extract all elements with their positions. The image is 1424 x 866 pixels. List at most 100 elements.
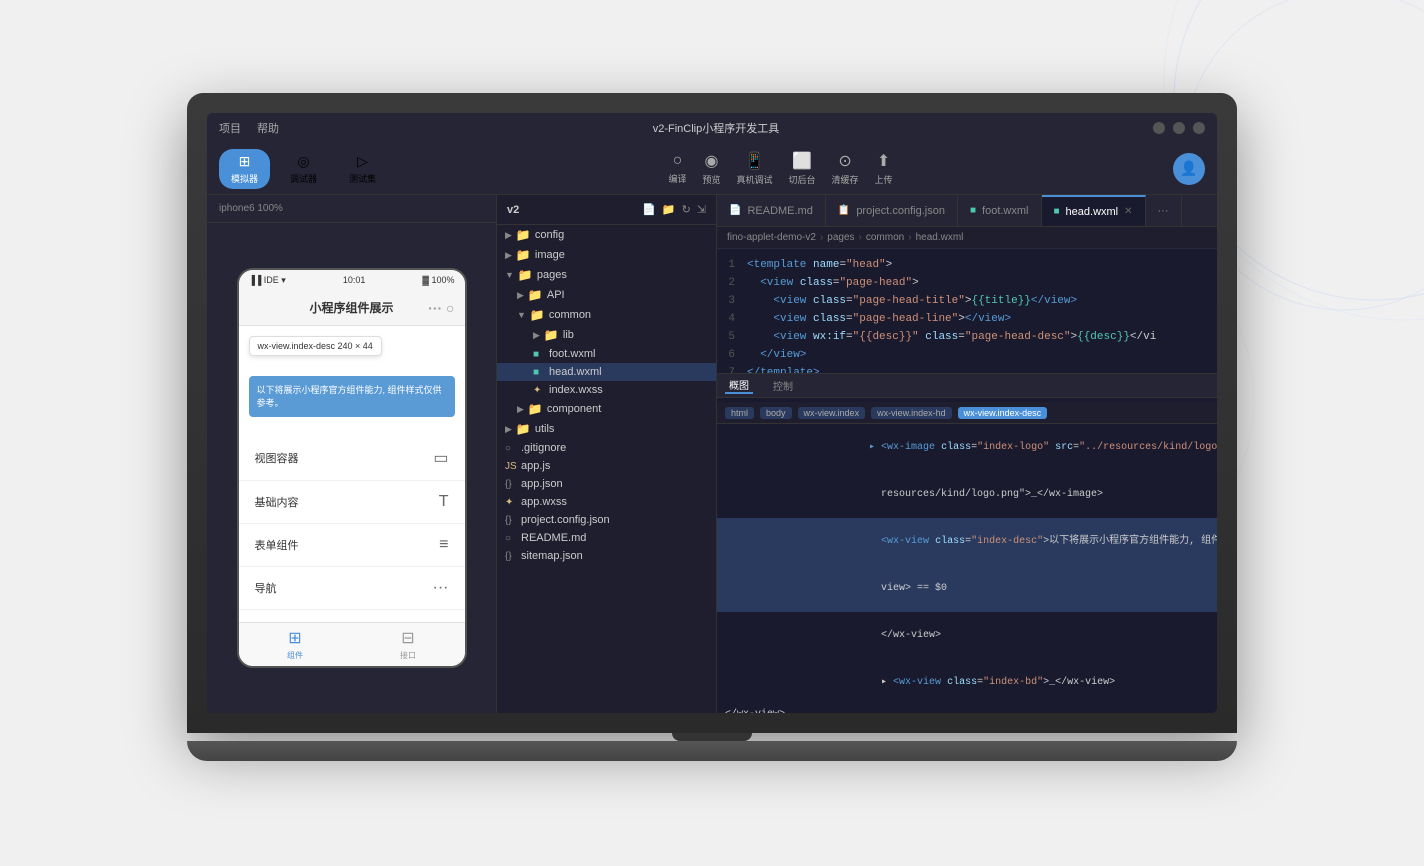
menu-item-project[interactable]: 项目 (219, 120, 241, 136)
background-label: 切后台 (789, 173, 816, 186)
window-controls (1153, 122, 1205, 134)
item-label: common (549, 309, 591, 321)
close-button[interactable] (1193, 122, 1205, 134)
close-tab-icon[interactable]: ✕ (1124, 206, 1132, 217)
compile-tool[interactable]: ○ 编译 (668, 152, 686, 185)
breadcrumb-wx-view-hd[interactable]: wx-view.index-hd (871, 407, 952, 419)
debugger-button[interactable]: ◎ 调试器 (278, 149, 329, 189)
tab-readme[interactable]: 📄 README.md (717, 195, 826, 226)
tree-item-readme[interactable]: ○ README.md (497, 529, 716, 547)
maximize-button[interactable] (1173, 122, 1185, 134)
real-device-tool[interactable]: 📱 真机调试 (737, 151, 773, 186)
editor-tabs: 📄 README.md 📋 project.config.json ■ foot (717, 195, 1217, 227)
item-label: app.js (521, 460, 550, 472)
menu-item-help[interactable]: 帮助 (257, 120, 279, 136)
app-title: v2-FinClip小程序开发工具 (653, 120, 780, 136)
line-number: 5 (717, 329, 747, 347)
breadcrumb-item-common[interactable]: common (866, 232, 904, 243)
html-line-2: resources/kind/logo.png">_</wx-image> (717, 471, 1217, 518)
line-code: <view class="page-head-title">{{title}}<… (747, 293, 1217, 311)
refresh-icon[interactable]: ↻ (682, 203, 691, 216)
head-wxml-tab-label: head.wxml (1066, 206, 1119, 218)
tree-item-project-config[interactable]: {} project.config.json (497, 511, 716, 529)
signal-info: ▐▐ IDE ▾ (249, 275, 286, 286)
tab-project-config[interactable]: 📋 project.config.json (826, 195, 958, 226)
line-number: 7 (717, 365, 747, 373)
tree-item-lib[interactable]: ▶ 📁 lib (497, 325, 716, 345)
tree-item-api[interactable]: ▶ 📁 API (497, 285, 716, 305)
tree-item-image[interactable]: ▶ 📁 image (497, 245, 716, 265)
item-label: config (535, 229, 564, 241)
devtools-tab-control[interactable]: 控制 (769, 378, 797, 393)
breadcrumb-item-file[interactable]: head.wxml (916, 232, 964, 243)
debugger-icon: ◎ (297, 153, 309, 170)
tree-item-app-js[interactable]: JS app.js (497, 457, 716, 475)
tree-item-foot-wxml[interactable]: ■ foot.wxml (497, 345, 716, 363)
clear-cache-icon: ⊙ (838, 151, 851, 171)
file-panel-title: v2 (507, 204, 519, 216)
breadcrumb-body[interactable]: body (760, 407, 792, 419)
battery-info: ▓ 100% (422, 275, 454, 285)
breadcrumb-html[interactable]: html (725, 407, 754, 419)
breadcrumb-item-pages[interactable]: pages (827, 232, 854, 243)
item-label: API (547, 289, 565, 301)
tree-item-config[interactable]: ▶ 📁 config (497, 225, 716, 245)
bottom-nav-api[interactable]: ⊟ 接口 (400, 628, 416, 661)
html-line-6: ▸ <wx-view class="index-bd">_</wx-view> (717, 659, 1217, 706)
tree-item-app-wxss[interactable]: ✦ app.wxss (497, 493, 716, 511)
tree-item-index-wxss[interactable]: ✦ index.wxss (497, 381, 716, 399)
breadcrumb-wx-view-index[interactable]: wx-view.index (798, 407, 866, 419)
new-file-icon[interactable]: 📄 (642, 203, 656, 216)
laptop-screen: 项目 帮助 v2-FinClip小程序开发工具 (207, 113, 1217, 713)
tree-item-common[interactable]: ▼ 📁 common (497, 305, 716, 325)
time-display: 10:01 (343, 275, 366, 285)
preview-tool[interactable]: ◉ 预览 (702, 151, 720, 186)
item-label: project.config.json (521, 514, 610, 526)
tab-more[interactable]: ··· (1146, 195, 1182, 226)
tree-item-app-json[interactable]: {} app.json (497, 475, 716, 493)
editor-breadcrumb: fino-applet-demo-v2 › pages › common › h… (717, 227, 1217, 249)
menu-item-basic-content[interactable]: 基础内容 T (239, 481, 465, 524)
project-config-tab-label: project.config.json (856, 205, 945, 217)
collapse-arrow: ▶ (505, 250, 512, 261)
tree-item-pages[interactable]: ▼ 📁 pages (497, 265, 716, 285)
background-tool[interactable]: ⬜ 切后台 (789, 151, 816, 186)
laptop-wrapper: 项目 帮助 v2-FinClip小程序开发工具 (0, 0, 1424, 866)
tab-head-wxml[interactable]: ■ head.wxml ✕ (1042, 195, 1146, 226)
clear-cache-tool[interactable]: ⊙ 清缓存 (832, 151, 859, 186)
user-avatar[interactable]: 👤 (1173, 153, 1205, 185)
menu-item-form[interactable]: 表单组件 ≡ (239, 524, 465, 567)
tree-item-gitignore[interactable]: ○ .gitignore (497, 439, 716, 457)
upload-tool[interactable]: ⬆ 上传 (875, 151, 893, 186)
tree-item-utils[interactable]: ▶ 📁 utils (497, 419, 716, 439)
devtools-tab-overview[interactable]: 概图 (725, 377, 753, 394)
new-folder-icon[interactable]: 📁 (662, 203, 676, 216)
app-name-display: 小程序组件展示 (309, 299, 393, 316)
menu-item-view-container[interactable]: 视图容器 ▭ (239, 436, 465, 481)
breadcrumb-wx-view-desc[interactable]: wx-view.index-desc (958, 407, 1048, 419)
components-icon: ⊞ (288, 628, 301, 648)
tree-item-component[interactable]: ▶ 📁 component (497, 399, 716, 419)
tree-item-head-wxml[interactable]: ■ head.wxml (497, 363, 716, 381)
breadcrumb-item-root[interactable]: fino-applet-demo-v2 (727, 232, 816, 243)
nav-dots[interactable]: ··· ○ (428, 300, 454, 316)
bottom-nav-components[interactable]: ⊞ 组件 (287, 628, 303, 661)
wxss-file-icon: ✦ (533, 385, 545, 396)
simulator-button[interactable]: ⊞ 模拟器 (219, 149, 270, 189)
collapse-icon[interactable]: ⇲ (697, 203, 706, 216)
collapse-arrow: ▶ (517, 404, 524, 415)
collapse-arrow: ▶ (505, 230, 512, 241)
item-label: utils (535, 423, 555, 435)
menu-item-nav[interactable]: 导航 ··· (239, 567, 465, 610)
app-window: 项目 帮助 v2-FinClip小程序开发工具 (207, 113, 1217, 713)
line-code: <view wx:if="{{desc}}" class="page-head-… (747, 329, 1217, 347)
api-label: 接口 (400, 650, 416, 661)
tab-foot-wxml[interactable]: ■ foot.wxml (958, 195, 1042, 226)
minimize-button[interactable] (1153, 122, 1165, 134)
real-device-label: 真机调试 (737, 173, 773, 186)
tree-item-sitemap[interactable]: {} sitemap.json (497, 547, 716, 565)
testset-button[interactable]: ▷ 测试集 (337, 149, 388, 189)
nav-label: 导航 (255, 580, 277, 596)
line-number: 6 (717, 347, 747, 365)
collapse-arrow: ▶ (533, 330, 540, 341)
